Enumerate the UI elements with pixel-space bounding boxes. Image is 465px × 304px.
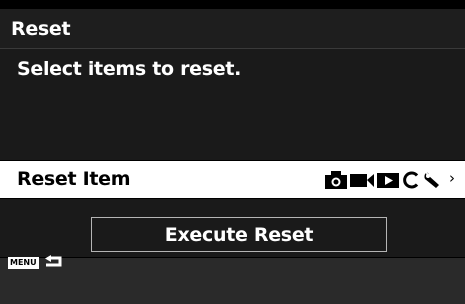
description-text: Select items to reset.: [17, 58, 242, 80]
camera-icon: [325, 171, 347, 189]
reset-item-row[interactable]: Reset Item ›: [0, 161, 465, 198]
movie-icon: [350, 174, 374, 187]
menu-back-hint[interactable]: MENU: [8, 255, 64, 271]
execute-reset-button[interactable]: Execute Reset: [91, 217, 387, 252]
custom-c-icon: [403, 171, 419, 189]
menu-key-badge: MENU: [8, 257, 39, 269]
reset-item-icons: [324, 169, 444, 191]
wrench-icon: [424, 172, 439, 188]
reset-screen: Reset Select items to reset. Reset Item: [0, 0, 465, 304]
page-title: Reset: [11, 18, 71, 40]
content-area: Select items to reset.: [0, 49, 465, 160]
chevron-right-icon: ›: [449, 169, 455, 187]
footer-bar: [0, 258, 465, 304]
title-bar: Reset: [0, 9, 465, 49]
return-arrow-icon: [44, 255, 62, 267]
playback-icon: [377, 173, 399, 188]
reset-item-label: Reset Item: [17, 168, 131, 190]
